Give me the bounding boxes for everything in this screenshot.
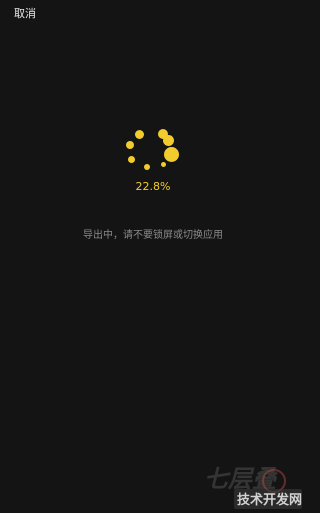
watermark-brand: 七层叠 bbox=[204, 465, 279, 493]
spinner-dot bbox=[135, 130, 144, 139]
spinner-dot bbox=[126, 141, 134, 149]
spinner-dot bbox=[163, 135, 174, 146]
site-watermark: 七层叠 技术开发网 bbox=[204, 465, 302, 509]
spinner-dot bbox=[128, 156, 135, 163]
export-status-message: 导出中，请不要锁屏或切换应用 bbox=[83, 230, 223, 241]
spinner-dot bbox=[144, 164, 150, 170]
watermark-site: 技术开发网 bbox=[237, 492, 302, 508]
spinner-dot bbox=[161, 162, 166, 167]
spinner-dot bbox=[164, 147, 179, 162]
cancel-button[interactable]: 取消 bbox=[14, 7, 36, 21]
loading-dots-icon bbox=[120, 120, 186, 176]
export-progress-percent: 22.8% bbox=[135, 180, 171, 193]
export-progress-screen: 取消 22.8% 导出中，请不要锁屏或切换应用 七层叠 技术开发网 bbox=[0, 0, 306, 513]
